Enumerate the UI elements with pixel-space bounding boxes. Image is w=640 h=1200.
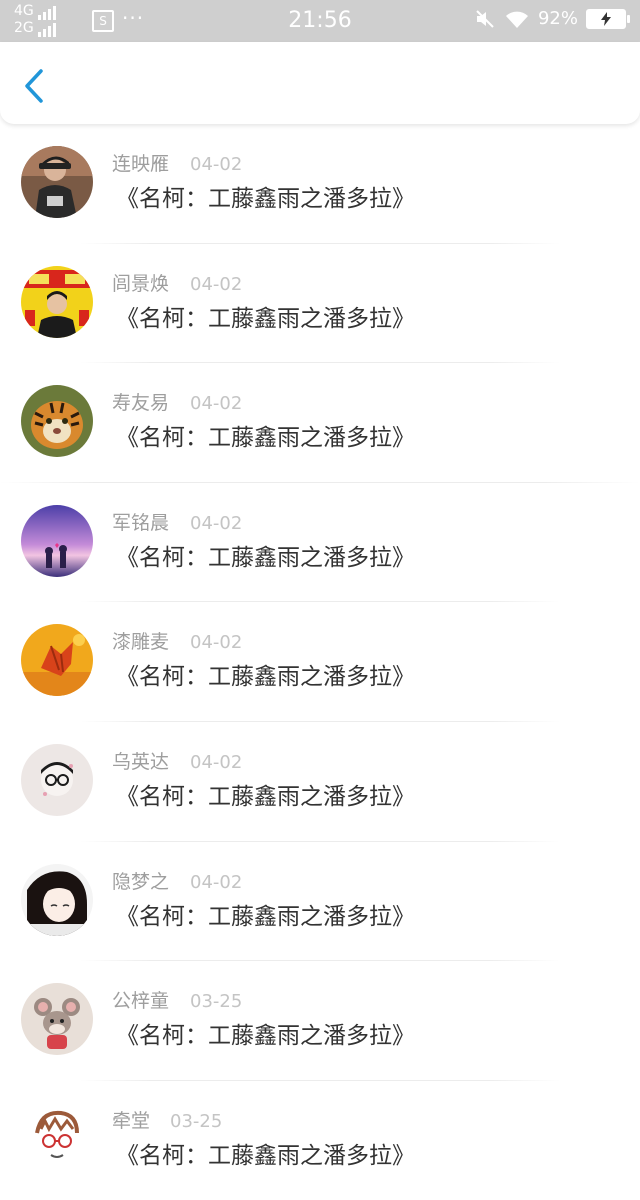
comment-title: 《名柯：工藤鑫雨之潘多拉》 (116, 903, 415, 930)
user-name: 公梓童 (112, 990, 170, 1013)
list-item[interactable]: 军铭晨 04-02 《名柯：工藤鑫雨之潘多拉》 (0, 483, 640, 603)
avatar[interactable] (21, 146, 93, 218)
avatar[interactable] (21, 624, 93, 697)
post-date: 04-02 (190, 154, 243, 175)
navigation-bar (0, 42, 640, 124)
list-item[interactable]: 牵堂 03-25 《名柯：工藤鑫雨之潘多拉》 (0, 1081, 640, 1200)
post-date: 04-02 (190, 871, 243, 893)
user-name: 闾景焕 (112, 272, 170, 295)
comment-title: 《名柯：工藤鑫雨之潘多拉》 (116, 783, 415, 810)
comment-title: 《名柯：工藤鑫雨之潘多拉》 (116, 186, 415, 212)
avatar[interactable] (21, 265, 93, 338)
list-item[interactable]: 公梓童 03-25 《名柯：工藤鑫雨之潘多拉》 (0, 961, 640, 1081)
mute-icon (476, 10, 494, 28)
comment-list: 连映雁 04-02 《名柯：工藤鑫雨之潘多拉》 闾景焕 04-02 《名柯：工藤… (0, 124, 640, 1200)
user-name: 军铭晨 (112, 511, 170, 534)
list-item[interactable]: 寿友易 04-02 《名柯：工藤鑫雨之潘多拉》 (0, 363, 640, 483)
battery-percent: 92% (537, 8, 578, 29)
comment-title: 《名柯：工藤鑫雨之潘多拉》 (116, 544, 415, 571)
comment-title: 《名柯：工藤鑫雨之潘多拉》 (116, 1023, 415, 1050)
post-date: 03-25 (190, 991, 243, 1013)
avatar[interactable] (21, 863, 93, 936)
status-bar: 4G 2G S ··· 21:56 92% (0, 0, 640, 42)
post-date: 03-25 (170, 1110, 223, 1132)
wifi-icon (505, 11, 528, 28)
avatar[interactable] (21, 1102, 93, 1175)
post-date: 04-02 (190, 751, 243, 773)
battery-charging-icon (586, 9, 630, 29)
avatar[interactable] (21, 983, 93, 1056)
list-item[interactable]: 闾景焕 04-02 《名柯：工藤鑫雨之潘多拉》 (0, 244, 640, 364)
user-name: 漆雕麦 (112, 631, 170, 654)
back-button[interactable] (14, 66, 54, 106)
list-item[interactable]: 隐梦之 04-02 《名柯：工藤鑫雨之潘多拉》 (0, 842, 640, 962)
list-item[interactable]: 连映雁 04-02 《名柯：工藤鑫雨之潘多拉》 (0, 124, 640, 244)
user-name: 牵堂 (112, 1109, 151, 1132)
post-date: 04-02 (190, 393, 243, 415)
post-date: 04-02 (190, 512, 243, 534)
user-name: 寿友易 (112, 392, 170, 415)
chevron-left-icon (25, 69, 43, 103)
list-item[interactable]: 乌英达 04-02 《名柯：工藤鑫雨之潘多拉》 (0, 722, 640, 842)
avatar[interactable] (21, 385, 93, 458)
user-name: 连映雁 (112, 153, 170, 175)
user-name: 乌英达 (112, 750, 170, 773)
comment-title: 《名柯：工藤鑫雨之潘多拉》 (116, 1142, 415, 1169)
list-item[interactable]: 漆雕麦 04-02 《名柯：工藤鑫雨之潘多拉》 (0, 602, 640, 722)
comment-title: 《名柯：工藤鑫雨之潘多拉》 (116, 664, 415, 691)
post-date: 04-02 (190, 273, 243, 295)
post-date: 04-02 (190, 632, 243, 654)
avatar[interactable] (21, 743, 93, 816)
user-name: 隐梦之 (112, 870, 170, 893)
comment-title: 《名柯：工藤鑫雨之潘多拉》 (116, 305, 415, 332)
avatar[interactable] (21, 504, 93, 577)
comment-title: 《名柯：工藤鑫雨之潘多拉》 (116, 425, 415, 452)
